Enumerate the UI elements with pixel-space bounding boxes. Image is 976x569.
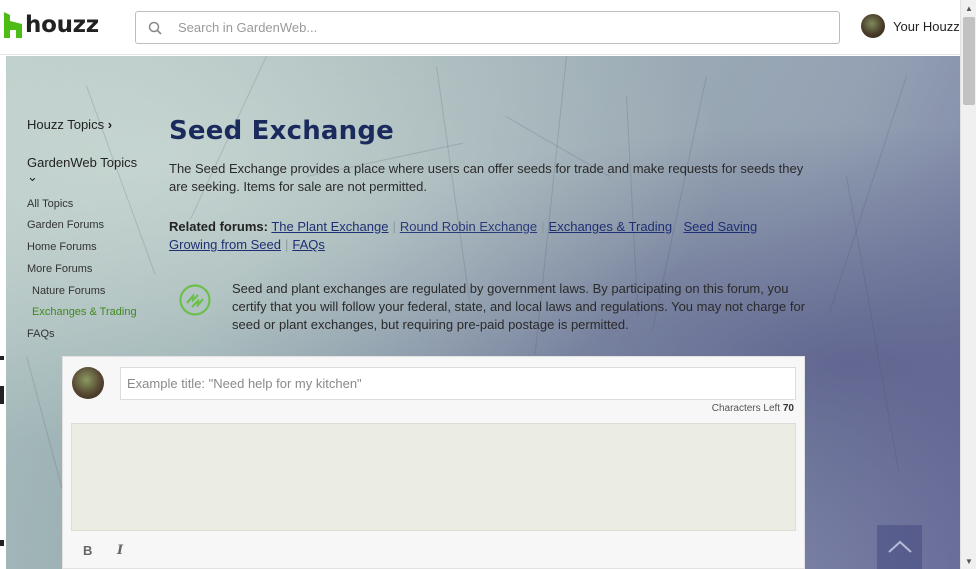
sidebar-item-exchanges-trading[interactable]: Exchanges & Trading [32,306,137,318]
sidebar-gardenweb-topics[interactable]: GardenWeb Topics [27,155,137,170]
characters-left-count: 70 [782,403,794,414]
sidebar-item-garden-forums[interactable]: Garden Forums [27,219,104,231]
back-to-top-button[interactable] [877,525,922,569]
characters-left-label: Characters Left [711,403,781,414]
user-menu[interactable]: Your Houzz [861,14,960,38]
related-link-faqs[interactable]: FAQs [292,237,325,252]
left-window-edge [0,56,6,569]
scroll-thumb[interactable] [963,17,975,105]
related-link-growing-from-seed[interactable]: Growing from Seed [169,237,281,252]
bold-button[interactable]: B [83,543,92,558]
related-forums: Related forums: The Plant Exchange | Round… [169,219,758,252]
user-avatar[interactable] [861,14,885,38]
houzz-logo[interactable]: houzz [4,10,99,40]
chevron-down-icon[interactable]: ⌄ [27,169,38,185]
related-link-plant-exchange[interactable]: The Plant Exchange [271,219,388,234]
vertical-scrollbar[interactable]: ▲ ▼ [960,0,976,569]
houzz-topics-label: Houzz Topics [27,117,105,132]
gardenweb-topics-label: GardenWeb Topics [27,155,138,170]
scroll-up-icon[interactable]: ▲ [961,0,976,16]
page-title: Seed Exchange [169,116,395,146]
your-houzz-label[interactable]: Your Houzz [893,19,960,34]
search-box[interactable] [135,11,840,44]
search-input[interactable] [178,20,778,35]
related-link-round-robin[interactable]: Round Robin Exchange [400,219,537,234]
houzz-logo-icon [4,12,22,38]
sidebar-item-more-forums[interactable]: More Forums [27,263,92,275]
regulation-notice: Seed and plant exchanges are regulated b… [232,281,806,332]
related-link-seed-saving[interactable]: Seed Saving [684,219,758,234]
chevron-right-icon: › [107,117,113,132]
top-header: houzz Your Houzz [0,0,960,55]
scroll-down-icon[interactable]: ▼ [961,553,976,569]
sidebar-houzz-topics[interactable]: Houzz Topics › [27,117,112,132]
forum-description: The Seed Exchange provides a place where… [169,161,804,194]
exchange-icon [179,284,211,316]
characters-left: Characters Left 70 [712,403,794,414]
search-icon [148,21,162,35]
discussion-title-input[interactable] [120,367,796,400]
back-to-top-icon [887,540,912,553]
sidebar-item-faqs[interactable]: FAQs [27,328,55,340]
sidebar-item-all-topics[interactable]: All Topics [27,198,73,210]
discussion-body-editor[interactable] [71,423,796,531]
italic-button[interactable]: I [117,543,123,558]
sidebar-item-nature-forums[interactable]: Nature Forums [32,285,105,297]
author-avatar [72,367,104,399]
logo-text: houzz [25,12,99,38]
related-forums-label: Related forums: [169,219,268,234]
sidebar-item-home-forums[interactable]: Home Forums [27,241,97,253]
related-link-exchanges-trading[interactable]: Exchanges & Trading [549,219,673,234]
new-discussion-form: Characters Left 70 B I [62,356,805,569]
